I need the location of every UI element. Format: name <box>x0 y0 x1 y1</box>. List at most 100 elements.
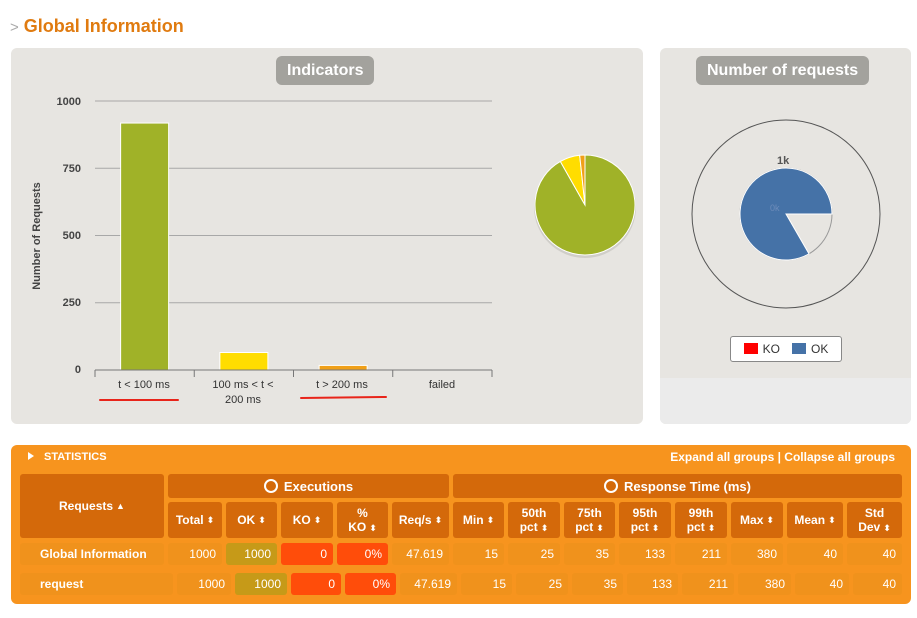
group-response-label: Response Time (ms) <box>624 478 751 494</box>
indicators-panel: Indicators 1000 750 500 250 0 Number of … <box>11 48 643 424</box>
sort-icon: ⬍ <box>540 522 549 533</box>
x-tick-label: 100 ms < t < <box>212 379 273 391</box>
requests-chart: 1k 0k <box>691 119 881 309</box>
y-tick-label: 250 <box>63 297 81 309</box>
cell-reqs: 47.619 <box>400 573 457 595</box>
sort-icon: ⬍ <box>313 515 322 525</box>
header-mean[interactable]: Mean ⬍ <box>787 502 843 538</box>
sort-icon: ⬍ <box>828 515 836 525</box>
red-underline-mark <box>300 396 387 399</box>
y-axis-label: Number of Requests <box>31 182 43 290</box>
sort-icon: ⬍ <box>434 515 443 525</box>
header-label: pct <box>630 519 649 534</box>
cell-p95: 133 <box>619 543 671 565</box>
cell-max: 380 <box>738 573 791 595</box>
header-min[interactable]: Min ⬍ <box>453 502 504 538</box>
sort-icon: ⬍ <box>258 515 266 525</box>
clock-icon <box>604 479 619 493</box>
legend-swatch-ko <box>743 343 758 354</box>
y-tick-label: 1000 <box>57 96 81 108</box>
header-label: pct <box>519 519 538 534</box>
y-tick-label: 500 <box>63 230 81 242</box>
header-p99[interactable]: 99th pct ⬍ <box>675 502 727 538</box>
group-executions: Executions <box>168 474 449 498</box>
page-title-text: Global Information <box>23 16 184 36</box>
legend-item-ko[interactable]: KO <box>743 342 780 356</box>
cell-p50: 25 <box>508 543 560 565</box>
x-tick-label: t < 100 ms <box>118 379 170 391</box>
collapse-all-link[interactable]: Collapse all groups <box>784 450 895 464</box>
legend-item-ok[interactable]: OK <box>792 342 828 356</box>
header-ko[interactable]: KO ⬍ <box>281 502 333 538</box>
header-label: Min <box>462 513 484 527</box>
link-separator: | <box>774 450 785 464</box>
x-tick-label: t > 200 ms <box>316 379 368 391</box>
statistics-panel: STATISTICS Expand all groups | Collapse … <box>11 445 911 604</box>
row-name-cell[interactable]: request <box>20 573 173 595</box>
cell-std: 40 <box>847 543 902 565</box>
sort-icon: ⬍ <box>206 515 215 525</box>
sort-icon: ⬍ <box>707 522 716 533</box>
pie-inner-label: 0k <box>770 203 780 213</box>
indicators-chart: 1000 750 500 250 0 Number of Requests t … <box>31 96 636 406</box>
cell-p99: 211 <box>682 573 734 595</box>
statistics-toggle[interactable]: STATISTICS <box>28 451 107 463</box>
cell-pct-ko: 0% <box>345 573 396 595</box>
header-reqs[interactable]: Req/s ⬍ <box>392 502 449 538</box>
requests-panel-footer <box>660 378 911 424</box>
header-label: pct <box>575 519 594 534</box>
header-p50[interactable]: 50th pct ⬍ <box>508 502 560 538</box>
cell-ko: 0 <box>291 573 341 595</box>
sort-icon: ⬍ <box>883 522 891 533</box>
refresh-icon <box>263 479 278 493</box>
cell-pct-ko: 0% <box>337 543 388 565</box>
cell-p75: 35 <box>572 573 623 595</box>
header-requests[interactable]: Requests ▲ <box>20 474 164 538</box>
pie-tick-label: 1k <box>777 155 790 167</box>
y-tick-label: 750 <box>63 163 81 175</box>
legend-label-ko: KO <box>762 342 780 356</box>
cell-std: 40 <box>853 573 902 595</box>
statistics-header: STATISTICS Expand all groups | Collapse … <box>11 445 911 469</box>
bar-2[interactable] <box>219 352 269 371</box>
sort-icon: ⬍ <box>486 515 495 525</box>
cell-mean: 40 <box>795 573 849 595</box>
header-p75[interactable]: 75th pct ⬍ <box>564 502 615 538</box>
chevron-right-icon: > <box>10 19 19 36</box>
header-label: Dev <box>858 519 881 534</box>
cell-ok: 1000 <box>235 573 287 595</box>
header-label: Req/s <box>398 513 432 527</box>
sort-up-icon: ▲ <box>116 501 125 511</box>
header-label: pct <box>686 519 705 534</box>
legend-swatch-ok <box>792 343 806 354</box>
cell-total: 1000 <box>168 543 222 565</box>
cell-p99: 211 <box>675 543 727 565</box>
y-tick-label: 0 <box>75 364 81 376</box>
page-title: > Global Information <box>10 16 184 37</box>
header-label: Std <box>864 505 885 520</box>
bar-1[interactable] <box>120 122 170 371</box>
header-std[interactable]: Std Dev ⬍ <box>847 502 902 538</box>
header-label: 95th <box>632 505 658 520</box>
header-p95[interactable]: 95th pct ⬍ <box>619 502 671 538</box>
header-label: 50th <box>521 505 547 520</box>
x-tick-label: 200 ms <box>225 394 262 406</box>
header-label: KO <box>348 519 367 534</box>
header-label: Max <box>740 513 764 527</box>
group-response-time: Response Time (ms) <box>453 474 902 498</box>
cell-ko: 0 <box>281 543 333 565</box>
cell-p75: 35 <box>564 543 615 565</box>
cell-p50: 25 <box>516 573 568 595</box>
header-pct-ko[interactable]: % KO ⬍ <box>337 502 388 538</box>
bar-3[interactable] <box>318 364 368 371</box>
header-ok[interactable]: OK ⬍ <box>226 502 277 538</box>
cell-total: 1000 <box>177 573 231 595</box>
cell-p95: 133 <box>627 573 678 595</box>
expand-all-link[interactable]: Expand all groups <box>670 450 774 464</box>
cell-reqs: 47.619 <box>392 543 449 565</box>
sort-icon: ⬍ <box>766 515 774 525</box>
header-max[interactable]: Max ⬍ <box>731 502 783 538</box>
row-name-cell[interactable]: Global Information <box>20 543 164 565</box>
header-label: 75th <box>577 505 602 520</box>
header-total[interactable]: Total ⬍ <box>168 502 222 538</box>
